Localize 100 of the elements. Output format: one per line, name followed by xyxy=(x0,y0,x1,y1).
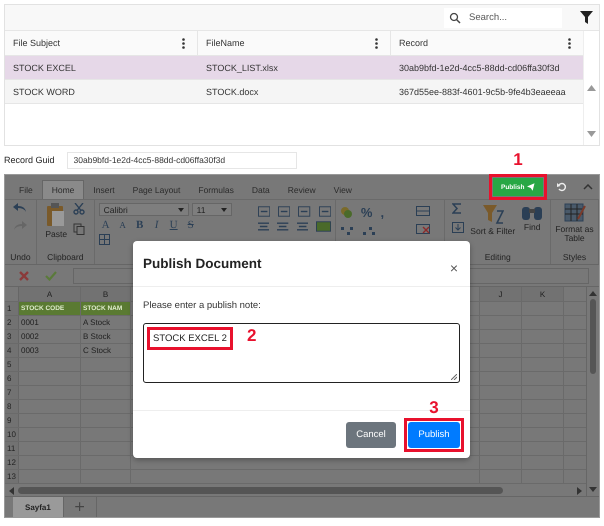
ribbon-tab[interactable]: Home xyxy=(42,180,84,199)
column-header[interactable]: File Subject xyxy=(5,31,198,55)
text-align-icon[interactable] xyxy=(296,222,308,231)
row-header[interactable]: 12 xyxy=(5,456,19,470)
cancel-button[interactable]: Cancel xyxy=(346,422,396,448)
horizontal-scrollbar[interactable] xyxy=(18,487,503,494)
search-field[interactable]: Search... xyxy=(444,8,562,28)
scroll-up-icon[interactable] xyxy=(587,85,596,91)
dropdown-caret-icon xyxy=(178,208,184,212)
collapse-icon[interactable] xyxy=(583,184,593,190)
scroll-left-icon[interactable] xyxy=(9,486,14,495)
group-label: Styles xyxy=(562,252,586,262)
group-label: Clipboard xyxy=(47,252,84,262)
row-header[interactable]: 8 xyxy=(5,400,19,414)
table-row[interactable]: STOCK EXCEL STOCK_LIST.xlsx 30ab9bfd-1e2d-4cc5-88dd-cd06ffa30f3d xyxy=(5,56,583,80)
format-button[interactable]: B xyxy=(132,219,147,231)
vertical-scrollbar[interactable] xyxy=(590,299,596,374)
text-align-icon[interactable] xyxy=(258,222,270,231)
number-format-button[interactable]: , xyxy=(380,205,384,220)
merge-cells-icon[interactable] xyxy=(316,221,331,232)
ribbon-tab[interactable]: Data xyxy=(242,181,279,199)
ribbon-tab[interactable]: Review xyxy=(278,181,325,199)
align-icon[interactable] xyxy=(318,206,331,217)
row-header[interactable]: 2 xyxy=(5,316,19,330)
group-label: Editing xyxy=(484,252,511,262)
sheet-cell: B Stock xyxy=(81,330,131,344)
refresh-icon[interactable] xyxy=(557,182,567,192)
ribbon-tab[interactable]: Formulas xyxy=(189,181,243,199)
scroll-down-icon[interactable] xyxy=(589,487,597,492)
row-header[interactable]: 9 xyxy=(5,414,19,428)
text-align-icon[interactable] xyxy=(277,222,289,231)
decrease-decimal-icon[interactable] xyxy=(362,226,376,236)
dialog-title: Publish Document xyxy=(143,256,262,271)
row-header[interactable]: 10 xyxy=(5,428,19,442)
copy-icon[interactable] xyxy=(73,223,86,235)
column-header[interactable]: A xyxy=(19,287,81,302)
format-button[interactable]: S xyxy=(184,219,198,231)
font-dropdown[interactable]: Calibri xyxy=(98,203,189,216)
increase-decimal-icon[interactable] xyxy=(340,226,354,236)
row-header[interactable]: 3 xyxy=(5,330,19,344)
row-header[interactable]: 1 xyxy=(5,302,19,316)
sheet-tab[interactable]: Sayfa1 xyxy=(13,497,64,517)
filter-icon[interactable] xyxy=(580,11,593,24)
sort-filter-button[interactable]: Sort & Filter xyxy=(470,203,516,236)
search-icon xyxy=(449,12,461,24)
table-row[interactable]: STOCK WORD STOCK.docx 367d55ee-883f-4601-9c5b-9fe4b3eaeeaa xyxy=(5,80,583,104)
scroll-up-icon[interactable] xyxy=(589,291,597,296)
ribbon-tab[interactable]: File xyxy=(10,181,42,199)
column-header[interactable]: K xyxy=(522,287,564,302)
highlighted-note-text: STOCK EXCEL 2 xyxy=(147,327,233,350)
column-menu-icon[interactable] xyxy=(375,38,378,48)
format-as-table-button[interactable]: Format as Table xyxy=(554,203,594,244)
delete-cells-icon[interactable] xyxy=(416,224,430,234)
currency-icon[interactable] xyxy=(340,206,353,219)
align-icon[interactable] xyxy=(298,206,311,217)
row-header[interactable]: 5 xyxy=(5,358,19,372)
fill-icon[interactable] xyxy=(452,222,464,233)
ribbon-tab[interactable]: Insert xyxy=(84,181,124,199)
add-sheet-button[interactable]: + xyxy=(64,497,97,517)
font-size-dropdown[interactable]: 11 xyxy=(192,203,232,216)
paste-button[interactable]: Paste xyxy=(45,203,68,239)
ribbon-tab[interactable]: Page Layout xyxy=(124,181,190,199)
table-cell-text: STOCK WORD xyxy=(12,86,76,96)
column-header[interactable]: Record xyxy=(391,31,583,55)
table-cell-text: STOCK_LIST.xlsx xyxy=(205,62,279,72)
scroll-right-icon[interactable] xyxy=(577,486,582,495)
column-menu-icon[interactable] xyxy=(568,38,571,48)
borders-icon[interactable] xyxy=(98,234,110,245)
align-icon[interactable] xyxy=(278,206,290,217)
close-button[interactable]: × xyxy=(448,260,460,276)
format-button[interactable]: A xyxy=(98,219,113,231)
cancel-icon[interactable] xyxy=(19,270,29,281)
row-header[interactable]: 13 xyxy=(5,470,19,484)
format-button[interactable]: U xyxy=(166,219,181,231)
scroll-down-icon[interactable] xyxy=(587,131,596,137)
align-icon[interactable] xyxy=(258,206,270,217)
insert-cells-icon[interactable] xyxy=(416,206,430,216)
format-button[interactable]: A xyxy=(116,220,130,230)
step-number: 1 xyxy=(513,151,523,168)
format-button[interactable]: I xyxy=(150,219,164,231)
row-header[interactable]: 7 xyxy=(5,386,19,400)
row-header[interactable]: 11 xyxy=(5,442,19,456)
column-header[interactable]: J xyxy=(480,287,522,302)
undo-icon[interactable] xyxy=(13,203,28,213)
sheet-cell: 0003 xyxy=(19,344,81,358)
number-format-button[interactable]: % xyxy=(360,205,372,220)
checkmark-icon[interactable] xyxy=(45,270,57,281)
sum-icon[interactable] xyxy=(452,203,462,214)
resize-handle-icon[interactable] xyxy=(451,374,457,380)
find-button[interactable]: Find xyxy=(521,203,544,232)
publish-button[interactable]: Publish xyxy=(408,422,460,448)
row-header[interactable]: 6 xyxy=(5,372,19,386)
table-cell-text: 30ab9bfd-1e2d-4cc5-88dd-cd06ffa30f3d xyxy=(398,62,560,72)
record-guid-field[interactable]: 30ab9bfd-1e2d-4cc5-88dd-cd06ffa30f3d xyxy=(66,152,297,168)
column-menu-icon[interactable] xyxy=(182,38,185,48)
column-header[interactable]: B xyxy=(81,287,131,302)
scissors-icon[interactable] xyxy=(73,203,86,215)
ribbon-tab[interactable]: View xyxy=(324,181,361,199)
column-header[interactable]: FileName xyxy=(198,31,391,55)
row-header[interactable]: 4 xyxy=(5,344,19,358)
